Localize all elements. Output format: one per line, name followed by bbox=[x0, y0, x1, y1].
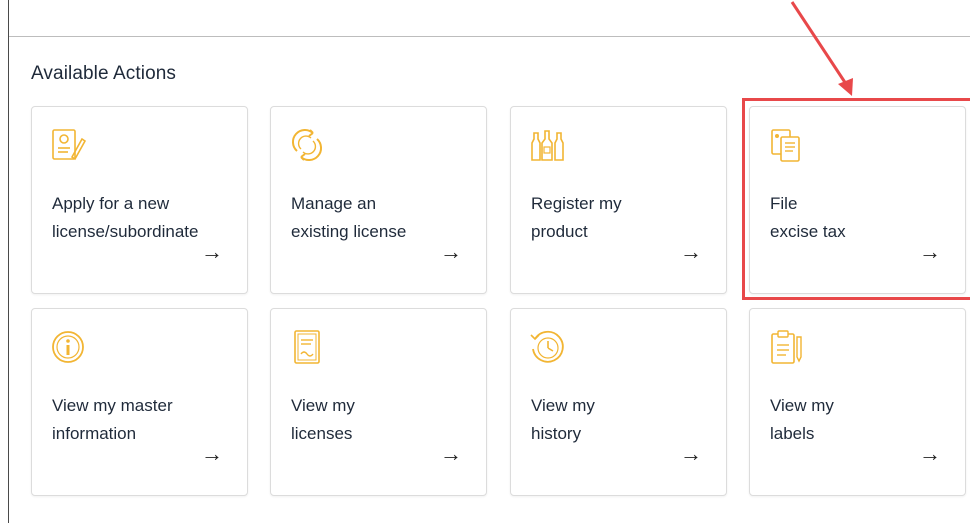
highlight-box bbox=[742, 98, 970, 300]
card-view-master-information[interactable]: View my master information → bbox=[31, 308, 248, 496]
card-manage-license[interactable]: Manage an existing license → bbox=[270, 106, 487, 294]
arrow-right-icon: → bbox=[440, 441, 462, 466]
card-label: View my licenses bbox=[291, 396, 355, 443]
card-label: View my labels bbox=[770, 396, 834, 443]
card-apply-license[interactable]: Apply for a new license/subordinate → bbox=[31, 106, 248, 294]
annotation-arrow-icon bbox=[790, 1, 853, 96]
arrow-right-icon: → bbox=[680, 239, 702, 264]
label-clipboard-icon bbox=[771, 330, 802, 364]
card-label: Apply for a new license/subordinate bbox=[52, 194, 199, 241]
section-title: Available Actions bbox=[31, 63, 176, 84]
bottles-icon bbox=[531, 130, 564, 161]
card-label: View my history bbox=[531, 396, 595, 443]
arrow-right-icon: → bbox=[201, 441, 223, 466]
info-icon bbox=[52, 331, 84, 363]
card-view-labels[interactable]: View my labels → bbox=[749, 308, 966, 496]
arrow-right-icon: → bbox=[440, 239, 462, 264]
arrow-right-icon: → bbox=[680, 441, 702, 466]
refresh-cycle-icon bbox=[291, 128, 323, 162]
license-application-icon bbox=[52, 129, 86, 161]
card-register-product[interactable]: Register my product → bbox=[510, 106, 727, 294]
card-label: View my master information bbox=[52, 396, 173, 443]
card-view-history[interactable]: View my history → bbox=[510, 308, 727, 496]
card-label: Manage an existing license bbox=[291, 194, 407, 241]
license-certificate-icon bbox=[294, 330, 320, 364]
card-label: Register my product bbox=[531, 194, 622, 241]
arrow-right-icon: → bbox=[919, 441, 941, 466]
history-clock-icon bbox=[530, 330, 564, 363]
arrow-right-icon: → bbox=[201, 239, 223, 264]
card-view-licenses[interactable]: View my licenses → bbox=[270, 308, 487, 496]
